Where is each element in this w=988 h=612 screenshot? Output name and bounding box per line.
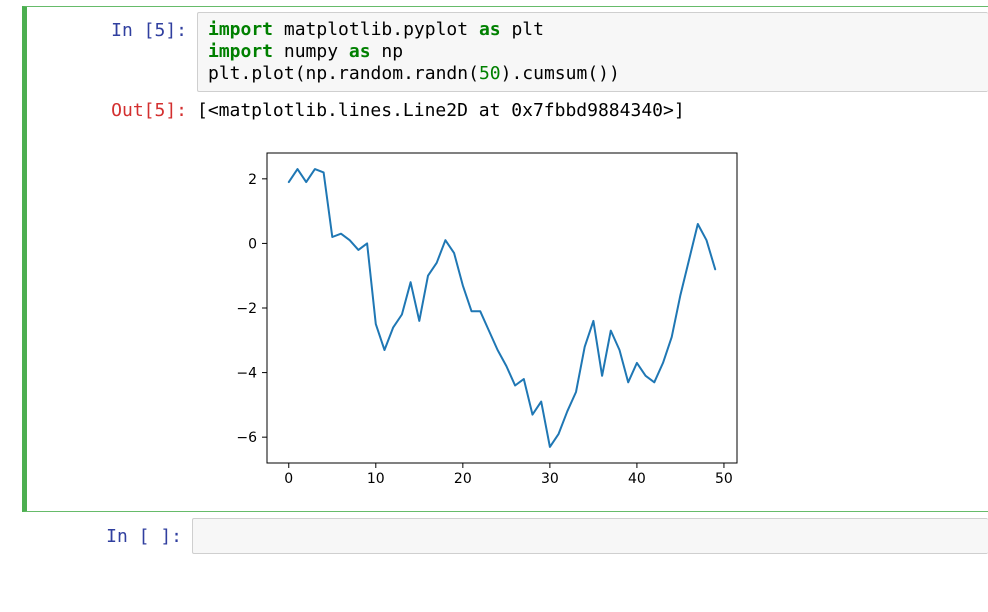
svg-text:30: 30 — [541, 471, 559, 487]
output-row: Out[5]: [<matplotlib.lines.Line2D at 0x7… — [27, 92, 988, 121]
input-prompt: In [ ]: — [22, 518, 192, 547]
kw-import: import — [208, 19, 273, 40]
svg-text:2: 2 — [248, 172, 257, 188]
empty-code-cell[interactable]: In [ ]: — [22, 518, 988, 554]
svg-text:40: 40 — [628, 471, 646, 487]
alias-plt: plt — [501, 19, 544, 40]
svg-text:−6: −6 — [236, 430, 257, 446]
code-editor[interactable]: import matplotlib.pyplot as plt import n… — [197, 12, 988, 92]
svg-text:−4: −4 — [236, 366, 257, 382]
alias-np: np — [371, 41, 404, 62]
call-plot-rest: ).cumsum()) — [501, 63, 620, 84]
input-prompt: In [5]: — [27, 12, 197, 41]
code-editor[interactable] — [192, 518, 988, 554]
figure-row: −6−4−20201020304050 — [27, 121, 988, 503]
kw-as: as — [479, 19, 501, 40]
kw-as: as — [349, 41, 371, 62]
call-plot: plt.plot(np.random.randn( — [208, 63, 479, 84]
code-cell-5[interactable]: In [5]: import matplotlib.pyplot as plt … — [22, 6, 988, 512]
matplotlib-figure: −6−4−20201020304050 — [197, 133, 757, 503]
module-numpy: numpy — [273, 41, 349, 62]
input-row: In [ ]: — [22, 518, 988, 554]
notebook: In [5]: import matplotlib.pyplot as plt … — [0, 0, 988, 612]
svg-text:50: 50 — [715, 471, 733, 487]
module-mpl: matplotlib.pyplot — [273, 19, 479, 40]
svg-text:0: 0 — [248, 236, 257, 252]
input-row: In [5]: import matplotlib.pyplot as plt … — [27, 12, 988, 92]
figure-prompt-spacer — [27, 121, 197, 129]
svg-text:20: 20 — [454, 471, 472, 487]
svg-text:−2: −2 — [236, 301, 257, 317]
chart-output: −6−4−20201020304050 — [197, 121, 988, 503]
svg-text:0: 0 — [284, 471, 293, 487]
output-text: [<matplotlib.lines.Line2D at 0x7fbbd9884… — [197, 92, 988, 121]
svg-text:10: 10 — [367, 471, 385, 487]
literal-50: 50 — [479, 63, 501, 84]
output-prompt: Out[5]: — [27, 92, 197, 121]
kw-import: import — [208, 41, 273, 62]
